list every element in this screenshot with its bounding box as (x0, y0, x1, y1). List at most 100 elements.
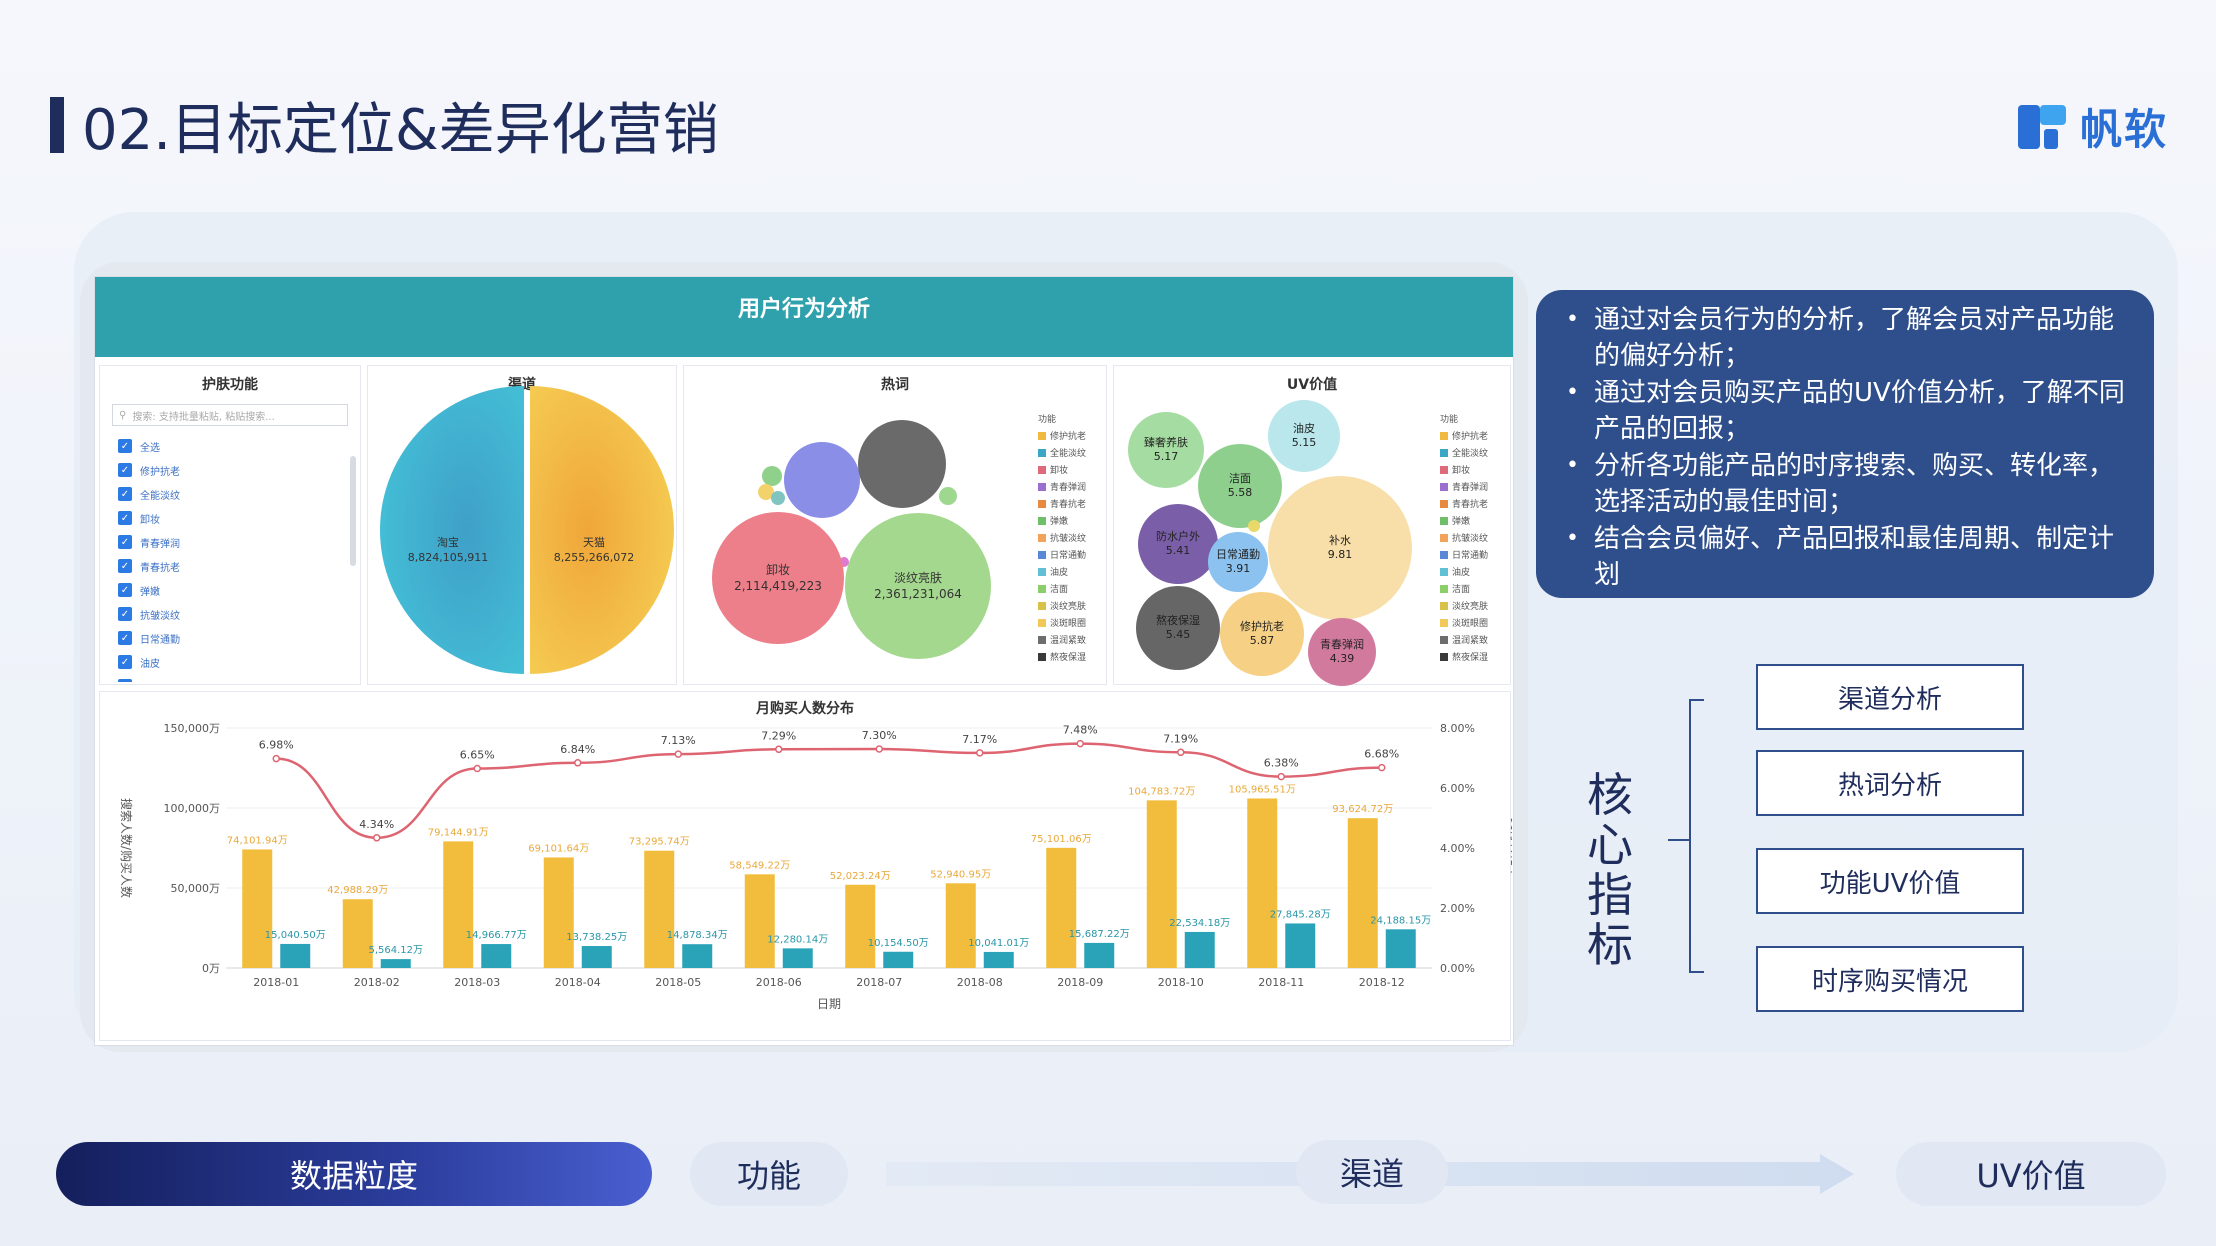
bubble-small-green-2[interactable] (939, 487, 957, 505)
filter-option[interactable]: ✓ 弹嫩 (118, 578, 346, 602)
bar-purchase[interactable] (581, 946, 612, 968)
bar-search[interactable] (945, 883, 976, 968)
legend-item[interactable]: 日常通勤 (1440, 546, 1488, 563)
legend-item[interactable]: 淡纹亮肤 (1440, 597, 1488, 614)
checkbox-checked-icon[interactable]: ✓ (118, 511, 132, 525)
filter-option[interactable]: ✓ 卸妆 (118, 506, 346, 530)
bar-purchase[interactable] (682, 944, 713, 968)
metric-channel-analysis[interactable]: 渠道分析 (1756, 664, 2024, 730)
conversion-rate-point[interactable] (574, 759, 582, 767)
legend-item[interactable]: 熬夜保湿 (1440, 648, 1488, 665)
filter-option[interactable]: ✓ 全能淡纹 (118, 482, 346, 506)
metric-time-series-purchase[interactable]: 时序购买情况 (1756, 946, 2024, 1012)
bar-search[interactable] (443, 841, 474, 968)
bar-search[interactable] (744, 874, 775, 968)
filter-option[interactable]: ✓ 洁面 (118, 674, 346, 682)
bar-search[interactable] (845, 884, 876, 968)
filter-option[interactable]: ✓ 青春抗老 (118, 554, 346, 578)
legend-item[interactable]: 淡斑眼圈 (1038, 614, 1086, 631)
checkbox-checked-icon[interactable]: ✓ (118, 487, 132, 501)
conversion-rate-point[interactable] (976, 749, 984, 757)
step-uv-pill[interactable]: UV价值 (1896, 1142, 2166, 1206)
legend-item[interactable]: 温润紧致 (1038, 631, 1086, 648)
legend-item[interactable]: 淡纹亮肤 (1038, 597, 1086, 614)
bubble-purple[interactable] (784, 442, 860, 518)
bar-purchase[interactable] (380, 959, 411, 968)
bar-purchase[interactable] (481, 944, 512, 968)
legend-item[interactable]: 油皮 (1038, 563, 1086, 580)
filter-scrollbar[interactable] (350, 456, 356, 566)
bar-purchase[interactable] (1184, 931, 1215, 968)
conversion-rate-point[interactable] (1277, 772, 1285, 781)
checkbox-checked-icon[interactable]: ✓ (118, 559, 132, 573)
conversion-rate-point[interactable] (875, 745, 883, 753)
bar-purchase[interactable] (1084, 942, 1115, 968)
bar-purchase[interactable] (1385, 929, 1416, 968)
legend-item[interactable]: 弹嫩 (1038, 512, 1086, 529)
checkbox-checked-icon[interactable]: ✓ (118, 655, 132, 669)
legend-item[interactable]: 青春抗老 (1038, 495, 1086, 512)
filter-option[interactable]: ✓ 抗皱淡纹 (118, 602, 346, 626)
conversion-rate-point[interactable] (674, 750, 682, 758)
pie-slice-taobao[interactable] (380, 386, 524, 674)
conversion-rate-point[interactable] (1177, 748, 1185, 757)
legend-item[interactable]: 熬夜保湿 (1038, 648, 1086, 665)
legend-item[interactable]: 全能淡纹 (1440, 444, 1488, 461)
legend-item[interactable]: 修护抗老 (1440, 427, 1488, 444)
bar-search[interactable] (644, 850, 675, 968)
checkbox-checked-icon[interactable]: ✓ (118, 631, 132, 645)
checkbox-checked-icon[interactable]: ✓ (118, 535, 132, 549)
bubble-makeup-remover[interactable] (712, 512, 844, 644)
checkbox-checked-icon[interactable]: ✓ (118, 679, 132, 682)
legend-item[interactable]: 洁面 (1038, 580, 1086, 597)
bubble-wrinkle-brighten[interactable] (845, 513, 991, 659)
data-granularity-pill[interactable]: 数据粒度 (56, 1142, 652, 1206)
checkbox-checked-icon[interactable]: ✓ (118, 583, 132, 597)
step-function-pill[interactable]: 功能 (690, 1142, 848, 1206)
conversion-rate-line[interactable] (276, 742, 1382, 840)
legend-item[interactable]: 弹嫩 (1440, 512, 1488, 529)
step-channel-pill[interactable]: 渠道 (1296, 1140, 1448, 1204)
checkbox-checked-icon[interactable]: ✓ (118, 463, 132, 477)
bar-search[interactable] (242, 849, 273, 968)
legend-item[interactable]: 青春弹润 (1038, 478, 1086, 495)
bar-purchase[interactable] (782, 948, 813, 968)
metric-hotword-analysis[interactable]: 热词分析 (1756, 750, 2024, 816)
conversion-rate-point[interactable] (1378, 763, 1386, 772)
bar-search[interactable] (1046, 847, 1077, 968)
bar-purchase[interactable] (983, 951, 1014, 968)
checkbox-checked-icon[interactable]: ✓ (118, 607, 132, 621)
legend-item[interactable]: 抗皱淡纹 (1440, 529, 1488, 546)
bar-search[interactable] (543, 857, 574, 968)
bar-purchase[interactable] (883, 951, 914, 968)
filter-option[interactable]: ✓ 全选 (118, 434, 346, 458)
legend-item[interactable]: 卸妆 (1038, 461, 1086, 478)
bar-search[interactable] (1347, 818, 1378, 968)
legend-item[interactable]: 抗皱淡纹 (1038, 529, 1086, 546)
bar-search[interactable] (1247, 798, 1278, 968)
conversion-rate-point[interactable] (272, 754, 280, 763)
bar-purchase[interactable] (1285, 923, 1316, 968)
bubble-small-teal[interactable] (771, 491, 785, 505)
legend-item[interactable]: 洁面 (1440, 580, 1488, 597)
bubble-small-green-1[interactable] (762, 466, 782, 486)
bar-purchase[interactable] (280, 943, 311, 968)
filter-option[interactable]: ✓ 修护抗老 (118, 458, 346, 482)
bubble-gray[interactable] (858, 420, 946, 508)
legend-item[interactable]: 全能淡纹 (1038, 444, 1086, 461)
legend-item[interactable]: 日常通勤 (1038, 546, 1086, 563)
legend-item[interactable]: 卸妆 (1440, 461, 1488, 478)
bar-search[interactable] (342, 899, 373, 968)
legend-item[interactable]: 修护抗老 (1038, 427, 1086, 444)
legend-item[interactable]: 青春弹润 (1440, 478, 1488, 495)
conversion-rate-point[interactable] (1076, 739, 1084, 748)
conversion-rate-point[interactable] (373, 834, 381, 842)
legend-item[interactable]: 油皮 (1440, 563, 1488, 580)
metric-function-uv[interactable]: 功能UV价值 (1756, 848, 2024, 914)
legend-item[interactable]: 温润紧致 (1440, 631, 1488, 648)
uv-bubble-small[interactable] (1248, 520, 1260, 532)
legend-item[interactable]: 淡斑眼圈 (1440, 614, 1488, 631)
pie-slice-tmall[interactable] (530, 386, 674, 674)
bar-search[interactable] (1146, 800, 1177, 968)
filter-option[interactable]: ✓ 日常通勤 (118, 626, 346, 650)
